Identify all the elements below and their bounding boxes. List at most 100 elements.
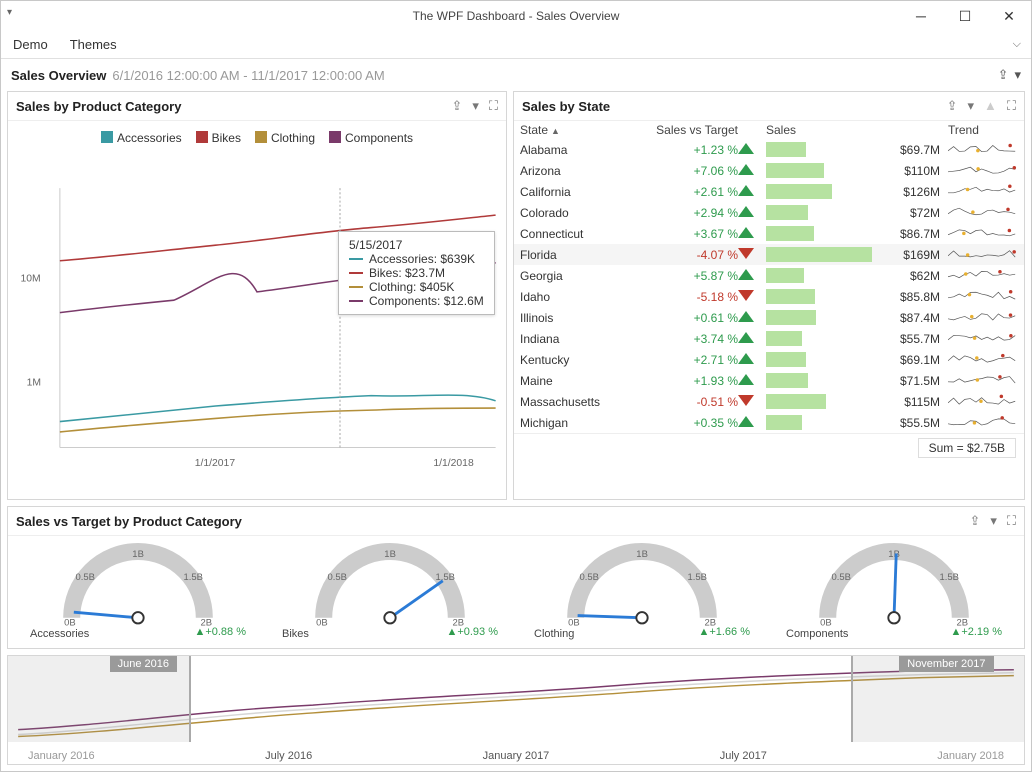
- svg-text:1.5B: 1.5B: [435, 572, 454, 583]
- arrow-up-icon: [738, 227, 766, 241]
- cell-sales-value: $71.5M: [876, 374, 940, 388]
- table-row[interactable]: Florida -4.07 % $169M: [514, 244, 1024, 265]
- gauge-label: Components: [786, 628, 848, 640]
- maximize-panel-icon[interactable]: ⛶: [1007, 98, 1016, 114]
- cell-sales-bar: [766, 373, 876, 388]
- cell-sales-bar: [766, 352, 876, 367]
- col-state[interactable]: State▲: [520, 123, 628, 137]
- panel-sales-by-category: Sales by Product Category ⇪ ▾ ⛶ Accessor…: [7, 91, 507, 500]
- window-title: The WPF Dashboard - Sales Overview: [413, 9, 620, 23]
- caret-down-icon[interactable]: ▾: [990, 513, 997, 529]
- export-icon[interactable]: ⇪: [451, 98, 462, 114]
- cell-target-pct: +0.35 %: [628, 416, 738, 430]
- caret-down-icon[interactable]: ▾: [967, 98, 974, 114]
- export-dropdown-icon[interactable]: ▾: [1014, 67, 1021, 83]
- cell-trend-sparkline: [940, 370, 1018, 391]
- caret-down-icon[interactable]: ▾: [472, 98, 479, 114]
- timeline-range-selector[interactable]: June 2016 November 2017 January 2016 Jul…: [8, 656, 1024, 764]
- timeline-handle-start[interactable]: June 2016: [110, 656, 177, 672]
- cell-trend-sparkline: [940, 202, 1018, 223]
- cell-trend-sparkline: [940, 265, 1018, 286]
- gauge-clothing: 0B 0.5B 1B 1.5B 2B Clothing ▲+1.66 %: [516, 542, 768, 640]
- table-row[interactable]: Indiana +3.74 % $55.7M: [514, 328, 1024, 349]
- table-row[interactable]: Connecticut +3.67 % $86.7M: [514, 223, 1024, 244]
- export-icon[interactable]: ⇪: [947, 98, 958, 114]
- cell-target-pct: +2.61 %: [628, 185, 738, 199]
- table-row[interactable]: Illinois +0.61 % $87.4M: [514, 307, 1024, 328]
- cell-state: Maine: [520, 374, 628, 388]
- cell-target-pct: -5.18 %: [628, 290, 738, 304]
- cell-state: California: [520, 185, 628, 199]
- cell-sales-bar: [766, 394, 876, 409]
- cell-state: Indiana: [520, 332, 628, 346]
- export-icon[interactable]: ⇪: [969, 513, 980, 529]
- dashboard-header: Sales Overview 6/1/2016 12:00:00 AM - 11…: [1, 59, 1031, 91]
- panel-sales-vs-target: Sales vs Target by Product Category ⇪ ▾ …: [7, 506, 1025, 649]
- table-row[interactable]: Michigan +0.35 % $55.5M: [514, 412, 1024, 433]
- cell-sales-bar: [766, 247, 876, 262]
- state-grid[interactable]: Alabama +1.23 % $69.7M Arizona +7.06 % $…: [514, 139, 1024, 433]
- table-row[interactable]: Colorado +2.94 % $72M: [514, 202, 1024, 223]
- cell-state: Illinois: [520, 311, 628, 325]
- category-line-chart[interactable]: 10M 1M 1/1/2017 1/1/2018: [8, 149, 506, 497]
- gauge-components: 0B 0.5B 1B 1.5B 2B Components ▲+2.19 %: [768, 542, 1020, 640]
- table-row[interactable]: Maine +1.93 % $71.5M: [514, 370, 1024, 391]
- svg-text:1M: 1M: [27, 377, 41, 388]
- cell-target-pct: -0.51 %: [628, 395, 738, 409]
- sort-asc-icon: ▲: [551, 126, 560, 136]
- table-row[interactable]: California +2.61 % $126M: [514, 181, 1024, 202]
- cell-state: Georgia: [520, 269, 628, 283]
- cell-sales-value: $72M: [876, 206, 940, 220]
- qat-dropdown-icon[interactable]: ▾: [7, 7, 12, 18]
- gauge-label: Accessories: [30, 628, 89, 640]
- cell-sales-bar: [766, 142, 876, 157]
- cell-sales-value: $62M: [876, 269, 940, 283]
- col-sales[interactable]: Sales: [766, 123, 876, 137]
- cell-target-pct: +1.23 %: [628, 143, 738, 157]
- export-icon[interactable]: ⇪: [998, 67, 1009, 83]
- cell-sales-value: $85.8M: [876, 290, 940, 304]
- svg-text:0B: 0B: [64, 617, 76, 628]
- table-row[interactable]: Kentucky +2.71 % $69.1M: [514, 349, 1024, 370]
- gauge-label: Bikes: [282, 628, 309, 640]
- cell-target-pct: +3.74 %: [628, 332, 738, 346]
- maximize-panel-icon[interactable]: ⛶: [489, 98, 498, 114]
- table-row[interactable]: Alabama +1.23 % $69.7M: [514, 139, 1024, 160]
- svg-text:0B: 0B: [568, 617, 580, 628]
- gauge-label: Clothing: [534, 628, 574, 640]
- table-row[interactable]: Georgia +5.87 % $62M: [514, 265, 1024, 286]
- cell-sales-value: $55.7M: [876, 332, 940, 346]
- cell-target-pct: +0.61 %: [628, 311, 738, 325]
- table-row[interactable]: Massachusetts -0.51 % $115M: [514, 391, 1024, 412]
- cell-trend-sparkline: [940, 307, 1018, 328]
- close-button[interactable]: ✕: [987, 1, 1031, 31]
- chart-legend: Accessories Bikes Clothing Components: [8, 121, 506, 149]
- table-row[interactable]: Arizona +7.06 % $110M: [514, 160, 1024, 181]
- arrow-up-icon: [738, 374, 766, 388]
- cell-state: Kentucky: [520, 353, 628, 367]
- col-trend[interactable]: Trend: [940, 123, 1018, 137]
- maximize-panel-icon[interactable]: ⛶: [1007, 513, 1016, 529]
- cell-trend-sparkline: [940, 349, 1018, 370]
- page-date-range: 6/1/2016 12:00:00 AM - 11/1/2017 12:00:0…: [112, 68, 384, 83]
- filter-icon[interactable]: ▲: [984, 98, 997, 114]
- timeline-handle-end[interactable]: November 2017: [899, 656, 993, 672]
- gauge-chart: 0B 0.5B 1B 1.5B 2B: [38, 542, 238, 632]
- menu-demo[interactable]: Demo: [11, 33, 50, 56]
- cell-target-pct: +5.87 %: [628, 269, 738, 283]
- cell-target-pct: +7.06 %: [628, 164, 738, 178]
- ribbon-expand-icon[interactable]: ⌵: [1013, 38, 1021, 51]
- menu-themes[interactable]: Themes: [68, 33, 119, 56]
- cell-sales-value: $126M: [876, 185, 940, 199]
- cell-sales-value: $55.5M: [876, 416, 940, 430]
- svg-text:1/1/2017: 1/1/2017: [195, 458, 236, 469]
- gauge-accessories: 0B 0.5B 1B 1.5B 2B Accessories ▲+0.88 %: [12, 542, 264, 640]
- cell-state: Michigan: [520, 416, 628, 430]
- cell-state: Idaho: [520, 290, 628, 304]
- maximize-button[interactable]: ☐: [943, 1, 987, 31]
- minimize-button[interactable]: ─: [899, 1, 943, 31]
- col-target[interactable]: Sales vs Target: [628, 123, 738, 137]
- cell-sales-bar: [766, 205, 876, 220]
- cell-state: Arizona: [520, 164, 628, 178]
- table-row[interactable]: Idaho -5.18 % $85.8M: [514, 286, 1024, 307]
